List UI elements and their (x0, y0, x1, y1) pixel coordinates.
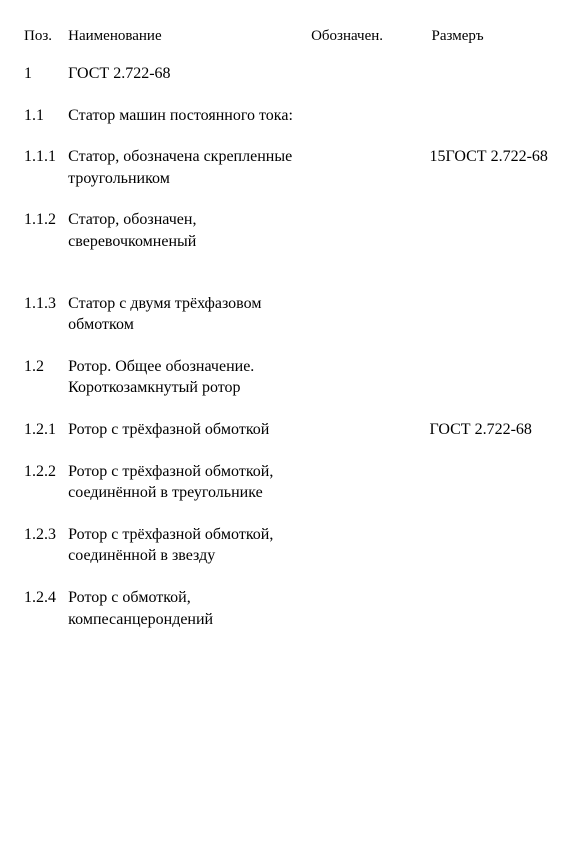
table-row: 1.2.3 Ротор с трёхфазной обмоткой, соеди… (22, 514, 548, 577)
cell-obz (307, 136, 427, 199)
cell-obz (307, 514, 427, 577)
cell-name: Ротор с обмоткой, компесанцерондений (66, 577, 307, 640)
cell-raz (428, 346, 548, 409)
table-row: 1.1.1 Статор, обозначена скрепленные тро… (22, 136, 548, 199)
cell-pos: 1.2 (22, 346, 66, 409)
cell-raz (428, 95, 548, 137)
cell-obz (307, 199, 427, 262)
cell-obz (307, 577, 427, 640)
cell-pos: 1.1.3 (22, 283, 66, 346)
cell-raz: 15ГОСТ 2.722-68 (428, 136, 548, 199)
cell-name: Ротор с трёхфазной обмоткой, соединённой… (66, 514, 307, 577)
table-row: 1.2.4 Ротор с обмоткой, компесанцеронден… (22, 577, 548, 640)
cell-obz (307, 95, 427, 137)
cell-obz (307, 283, 427, 346)
header-pos: Поз. (22, 28, 66, 53)
table-header-row: Поз. Наименование Обозначен. Размеръ (22, 28, 548, 53)
cell-name: Ротор. Общее обозначение. Короткозамкнут… (66, 346, 307, 409)
cell-raz (428, 283, 548, 346)
cell-obz (307, 409, 427, 451)
cell-pos: 1.1 (22, 95, 66, 137)
cell-raz (428, 514, 548, 577)
table-row: 1.1 Статор машин постоянного тока: (22, 95, 548, 137)
cell-name: Статор машин постоянного тока: (66, 95, 307, 137)
table-row: 1.1.3 Статор с двумя трёхфазовом обмотко… (22, 283, 548, 346)
cell-name: Ротор с трёхфазной обмоткой (66, 409, 307, 451)
cell-raz: ГОСТ 2.722-68 (428, 409, 548, 451)
header-raz: Размеръ (428, 28, 548, 53)
header-name: Наименование (66, 28, 307, 53)
table-row: 1.1.2 Статор, обозначен, сверевочкомнены… (22, 199, 548, 262)
spec-table: Поз. Наименование Обозначен. Размеръ 1 Г… (22, 28, 548, 640)
cell-name: Статор, обозначен, сверевочкомненый (66, 199, 307, 262)
cell-pos: 1.2.1 (22, 409, 66, 451)
cell-name: ГОСТ 2.722-68 (66, 53, 307, 95)
cell-pos: 1 (22, 53, 66, 95)
cell-pos: 1.1.1 (22, 136, 66, 199)
table-row: 1 ГОСТ 2.722-68 (22, 53, 548, 95)
cell-name: Статор с двумя трёхфазовом обмотком (66, 283, 307, 346)
cell-pos: 1.1.2 (22, 199, 66, 262)
cell-raz (428, 53, 548, 95)
table-row: 1.2.2 Ротор с трёхфазной обмоткой, соеди… (22, 451, 548, 514)
cell-obz (307, 451, 427, 514)
cell-raz (428, 199, 548, 262)
table-row: 1.2 Ротор. Общее обозначение. Короткозам… (22, 346, 548, 409)
cell-pos: 1.2.4 (22, 577, 66, 640)
cell-name: Статор, обозначена скрепленные троугольн… (66, 136, 307, 199)
table-row: 1.2.1 Ротор с трёхфазной обмоткой ГОСТ 2… (22, 409, 548, 451)
header-obz: Обозначен. (307, 28, 427, 53)
cell-pos: 1.2.3 (22, 514, 66, 577)
cell-obz (307, 346, 427, 409)
cell-pos: 1.2.2 (22, 451, 66, 514)
cell-raz (428, 577, 548, 640)
cell-raz (428, 451, 548, 514)
cell-obz (307, 53, 427, 95)
cell-name: Ротор с трёхфазной обмоткой, соединённой… (66, 451, 307, 514)
